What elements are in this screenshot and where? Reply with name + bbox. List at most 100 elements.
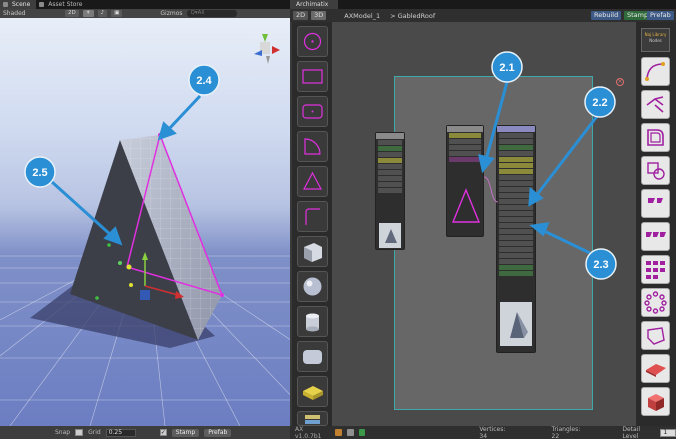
bezier-icon (645, 62, 665, 81)
archimatix-panel: Archimatix 2D 3D AXModel_1 > GabledRoof … (290, 0, 676, 439)
scene-prefab-button[interactable]: Prefab (204, 428, 232, 437)
rounded-box-mesh-button[interactable] (297, 341, 328, 372)
rebuild-button[interactable]: Rebuild (591, 11, 622, 20)
grid-size-field[interactable]: 0.25 (105, 428, 136, 437)
sphere-icon (303, 277, 322, 296)
breadcrumb-model[interactable]: AXModel_1 (344, 12, 380, 20)
prefab-button[interactable]: Prefab (647, 11, 674, 20)
arc-icon (304, 138, 321, 155)
node-library-rail: Naj Library Nodes (636, 22, 676, 426)
shape-vertex-handle[interactable] (220, 293, 224, 297)
mode-3d-button[interactable]: 3D (311, 11, 327, 20)
extrude-icon (648, 394, 664, 411)
snap-label: Snap (55, 429, 71, 436)
rectangle-icon (302, 69, 323, 84)
stamp-checkbox[interactable]: ✓ (159, 429, 167, 436)
stack-mesh-button[interactable] (297, 411, 328, 426)
repeater-icon (646, 232, 666, 237)
shape-vertex-handle[interactable] (158, 133, 162, 137)
pattern-node-button[interactable] (641, 255, 670, 284)
vertices-count: Vertices: 34 (479, 425, 506, 439)
node-wires (483, 176, 499, 203)
tab-scene-label: Scene (12, 1, 31, 8)
effects-toggle-icon[interactable]: ▣ (111, 10, 123, 17)
triangles-count: Triangles: 22 (551, 425, 581, 439)
shape-merge-node-button[interactable] (641, 156, 670, 185)
circle-icon (303, 32, 322, 51)
cylinder-icon (306, 313, 319, 332)
fold-node-button[interactable] (641, 189, 670, 218)
scene-viewport[interactable] (0, 18, 290, 426)
extrude-mesh-node-button[interactable] (641, 387, 670, 416)
rounded-rectangle-icon (302, 104, 323, 119)
gizmos-dropdown[interactable]: Gizmos (160, 10, 182, 17)
scene-panel: Scene Asset Store Shaded 2D ☀ ♪ ▣ Gizmos… (0, 0, 290, 439)
snap-checkbox[interactable] (75, 429, 84, 436)
scene-toolbar: Shaded 2D ☀ ♪ ▣ Gizmos Q▾All (0, 9, 290, 18)
l-shape-icon (305, 208, 320, 225)
grid-label: Grid (88, 429, 101, 436)
radial-repeater-node-button[interactable] (641, 288, 670, 317)
stack-icon (305, 415, 320, 424)
scene-search-input[interactable]: Q▾All (186, 10, 237, 17)
detail-level-field[interactable]: 1 (660, 428, 676, 437)
polygon-path-icon (647, 327, 665, 345)
rectangle-shape-button[interactable] (297, 61, 328, 92)
grid-repeater-node-button[interactable] (641, 222, 670, 251)
scene-stamp-button[interactable]: Stamp (171, 428, 200, 437)
branch-node-button[interactable] (641, 90, 670, 119)
library-header[interactable]: Naj Library Nodes (641, 28, 670, 52)
breadcrumb-node[interactable]: > GabledRoof (390, 12, 435, 20)
scene-3d-render (0, 34, 290, 426)
node-graph-canvas[interactable]: × (332, 22, 636, 426)
audio-toggle-icon[interactable]: ♪ (97, 10, 108, 17)
rounded-box-icon (303, 350, 322, 364)
offset-icon (647, 129, 664, 146)
tab-asset-store[interactable]: Asset Store (36, 0, 88, 9)
library-subtitle: Nodes (649, 38, 662, 43)
scene-tabbar: Scene Asset Store (0, 0, 290, 9)
version-label: AX v1.0.7b1 (295, 425, 322, 439)
polygon-path-node-button[interactable] (641, 321, 670, 350)
tab-scene[interactable]: Scene (0, 0, 37, 9)
shape-merge-icon (647, 162, 665, 180)
offset-node-button[interactable] (641, 123, 670, 152)
triangle-shape-button[interactable] (297, 166, 328, 197)
triangle-icon (303, 171, 322, 190)
shape-library-rail (292, 22, 332, 426)
box-icon (304, 243, 322, 262)
asset-store-tab-icon (39, 2, 45, 7)
box-mesh-button[interactable] (297, 236, 328, 267)
fold-icon (648, 198, 663, 203)
mode-2d-button[interactable]: 2D (293, 11, 309, 20)
archimatix-tabbar: Archimatix (290, 0, 676, 9)
l-shape-button[interactable] (297, 201, 328, 232)
bezier-node-button[interactable] (641, 57, 670, 86)
tab-asset-store-label: Asset Store (48, 1, 83, 8)
pattern-icon (646, 261, 665, 279)
lighting-toggle-icon[interactable]: ☀ (82, 10, 94, 17)
scene-tab-icon (3, 2, 8, 7)
detail-level-label: Detail Level (622, 425, 641, 439)
cylinder-mesh-button[interactable] (297, 306, 328, 337)
arc-shape-button[interactable] (297, 131, 328, 162)
scene-bottom-bar: Snap Grid 0.25 ✓ Stamp Prefab (0, 426, 290, 439)
radial-repeater-icon (644, 291, 667, 314)
plane-mesh-node-button[interactable] (641, 354, 670, 383)
yellow-slab-mesh-button[interactable] (297, 376, 328, 407)
app-root: Scene Asset Store Shaded 2D ☀ ♪ ▣ Gizmos… (0, 0, 676, 439)
library-icon[interactable] (335, 429, 342, 436)
tab-archimatix[interactable]: Archimatix (290, 0, 339, 9)
archimatix-status-bar: AX v1.0.7b1 Vertices: 34 Triangles: 22 D… (290, 426, 676, 439)
rounded-rectangle-shape-button[interactable] (297, 96, 328, 127)
orientation-gizmo[interactable] (254, 34, 280, 64)
branch-icon (646, 96, 664, 113)
grid-toggle-icon[interactable] (346, 429, 354, 436)
mode-2d-toggle[interactable]: 2D (65, 10, 79, 17)
circle-shape-button[interactable] (297, 26, 328, 57)
shading-dropdown[interactable]: Shaded (3, 10, 61, 17)
sphere-mesh-button[interactable] (297, 271, 328, 302)
graph-toggle-icon[interactable] (358, 429, 366, 436)
plane-icon (646, 364, 666, 377)
slab-icon (303, 386, 323, 400)
